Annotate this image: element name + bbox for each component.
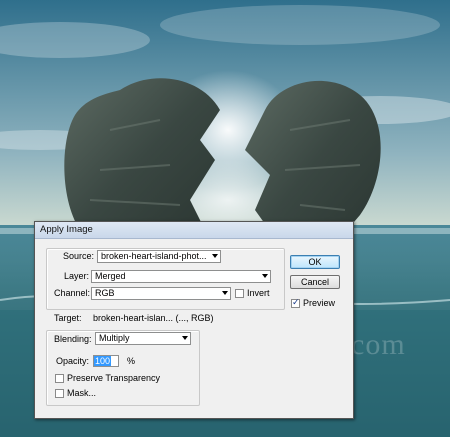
mask-label[interactable]: Mask... <box>67 387 96 399</box>
apply-image-dialog: Apply Image Source: broken-heart-island-… <box>34 221 354 419</box>
opacity-value: 100 <box>94 356 112 366</box>
cancel-button[interactable]: Cancel <box>290 275 340 289</box>
target-label: Target: <box>54 313 82 323</box>
preserve-transparency-checkbox[interactable] <box>55 374 64 383</box>
blending-select[interactable]: Multiply <box>95 332 191 345</box>
source-value: broken-heart-island-phot... <box>101 251 207 261</box>
mask-checkbox[interactable] <box>55 389 64 398</box>
dialog-title: Apply Image <box>35 222 353 239</box>
layer-value: Merged <box>95 271 126 281</box>
opacity-input[interactable]: 100 <box>93 355 119 367</box>
preserve-transparency-label[interactable]: Preserve Transparency <box>67 372 160 384</box>
blending-value: Multiply <box>99 333 130 343</box>
channel-value: RGB <box>95 288 115 298</box>
layer-label: Layer: <box>64 271 90 281</box>
layer-select[interactable]: Merged <box>91 270 271 283</box>
invert-label[interactable]: Invert <box>247 287 270 299</box>
channel-select[interactable]: RGB <box>91 287 231 300</box>
chevron-down-icon <box>222 291 228 295</box>
opacity-label: Opacity: <box>56 356 90 366</box>
source-label: Source: <box>63 251 95 261</box>
preview-checkbox[interactable] <box>291 297 300 308</box>
channel-label: Channel: <box>54 288 91 298</box>
chevron-down-icon <box>262 274 268 278</box>
chevron-down-icon <box>182 336 188 340</box>
invert-checkbox[interactable] <box>235 289 244 298</box>
target-value: broken-heart-islan... (..., RGB) <box>93 313 214 323</box>
ok-button[interactable]: OK <box>290 255 340 269</box>
preview-label[interactable]: Preview <box>303 297 335 309</box>
source-select[interactable]: broken-heart-island-phot... <box>97 250 221 263</box>
opacity-unit: % <box>127 356 136 366</box>
blending-label: Blending: <box>54 334 92 344</box>
chevron-down-icon <box>212 254 218 258</box>
